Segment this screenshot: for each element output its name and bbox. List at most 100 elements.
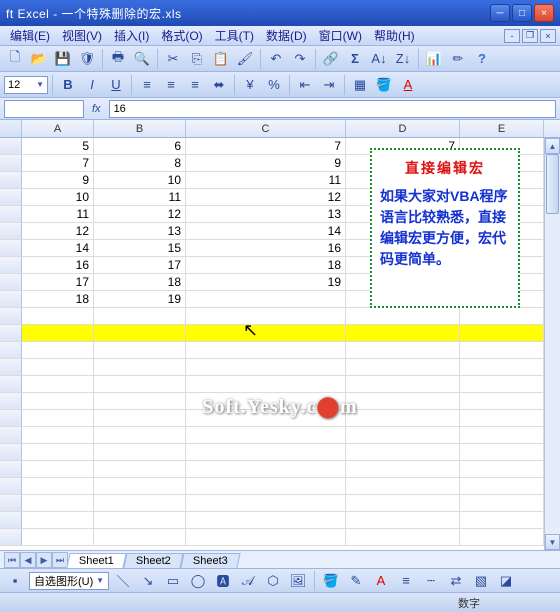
open-icon[interactable]: 📂: [28, 48, 50, 70]
cell[interactable]: [94, 376, 186, 393]
cell[interactable]: [22, 495, 94, 512]
row-header[interactable]: [0, 393, 22, 410]
percent-icon[interactable]: %: [263, 74, 285, 96]
cell[interactable]: 18: [22, 291, 94, 308]
row-header[interactable]: [0, 495, 22, 512]
cell[interactable]: [346, 427, 460, 444]
cell[interactable]: 16: [22, 257, 94, 274]
cell[interactable]: [346, 308, 460, 325]
autoshapes-combo[interactable]: 自选图形(U)▼: [29, 572, 109, 590]
cell[interactable]: [460, 376, 544, 393]
cell[interactable]: 17: [22, 274, 94, 291]
decrease-indent-icon[interactable]: ⇤: [294, 74, 316, 96]
cell[interactable]: [346, 495, 460, 512]
cell[interactable]: [460, 495, 544, 512]
permission-icon[interactable]: 🛡: [76, 48, 98, 70]
column-header[interactable]: C: [186, 120, 346, 137]
autosum-icon[interactable]: Σ: [344, 48, 366, 70]
row-header[interactable]: [0, 257, 22, 274]
column-header[interactable]: A: [22, 120, 94, 137]
vertical-scrollbar[interactable]: ▲ ▼: [544, 138, 560, 550]
cell[interactable]: 5: [22, 138, 94, 155]
cell[interactable]: [460, 444, 544, 461]
cell[interactable]: [22, 478, 94, 495]
cell[interactable]: [346, 512, 460, 529]
cell[interactable]: [460, 325, 544, 342]
menu-edit[interactable]: 编辑(E): [4, 26, 56, 45]
cell[interactable]: [94, 495, 186, 512]
cell[interactable]: 11: [186, 172, 346, 189]
cell[interactable]: 15: [94, 240, 186, 257]
cell[interactable]: 13: [186, 206, 346, 223]
cell[interactable]: 9: [186, 155, 346, 172]
fill-color-icon[interactable]: 🪣: [373, 74, 395, 96]
minimize-button[interactable]: ─: [490, 4, 510, 22]
cell[interactable]: 18: [94, 274, 186, 291]
borders-icon[interactable]: ▦: [349, 74, 371, 96]
maximize-button[interactable]: □: [512, 4, 532, 22]
cell[interactable]: [94, 325, 186, 342]
draw-menu-icon[interactable]: ▪: [4, 570, 26, 592]
chart-icon[interactable]: 📊: [423, 48, 445, 70]
cell[interactable]: 10: [22, 189, 94, 206]
rectangle-icon[interactable]: ▭: [162, 570, 184, 592]
close-button[interactable]: ×: [534, 4, 554, 22]
cell[interactable]: [460, 478, 544, 495]
cell[interactable]: 8: [94, 155, 186, 172]
row-header[interactable]: [0, 512, 22, 529]
cell[interactable]: [22, 461, 94, 478]
row-header[interactable]: [0, 325, 22, 342]
arrow-icon[interactable]: ↘: [137, 570, 159, 592]
column-header[interactable]: E: [460, 120, 544, 137]
cell[interactable]: [186, 427, 346, 444]
paste-icon[interactable]: 📋: [210, 48, 232, 70]
cell[interactable]: 19: [94, 291, 186, 308]
cell[interactable]: [94, 529, 186, 546]
row-header[interactable]: [0, 529, 22, 546]
cell[interactable]: [22, 512, 94, 529]
fx-icon[interactable]: fx: [88, 103, 105, 115]
cell[interactable]: 13: [94, 223, 186, 240]
menu-format[interactable]: 格式(O): [155, 26, 208, 45]
mdi-minimize-button[interactable]: -: [504, 29, 520, 43]
font-size-combo[interactable]: 12 ▼: [4, 76, 48, 94]
cell[interactable]: [346, 529, 460, 546]
name-box[interactable]: [4, 100, 84, 118]
menu-help[interactable]: 帮助(H): [368, 26, 421, 45]
cell[interactable]: [186, 308, 346, 325]
cell[interactable]: [186, 291, 346, 308]
sheet-tab-1[interactable]: Sheet1: [66, 553, 126, 568]
cell[interactable]: [94, 512, 186, 529]
row-header[interactable]: [0, 427, 22, 444]
row-header[interactable]: [0, 444, 22, 461]
cell[interactable]: [346, 376, 460, 393]
cell[interactable]: [22, 342, 94, 359]
merge-icon[interactable]: ⬌: [208, 74, 230, 96]
tab-nav-first-icon[interactable]: ⏮: [4, 552, 20, 568]
hyperlink-icon[interactable]: 🔗: [320, 48, 342, 70]
cell[interactable]: 12: [94, 206, 186, 223]
cell[interactable]: [94, 308, 186, 325]
tab-nav-prev-icon[interactable]: ◀: [20, 552, 36, 568]
cell[interactable]: [94, 461, 186, 478]
format-painter-icon[interactable]: 🖌: [234, 48, 256, 70]
row-header[interactable]: [0, 478, 22, 495]
cell[interactable]: 7: [22, 155, 94, 172]
cell[interactable]: [22, 410, 94, 427]
sheet-tab-3[interactable]: Sheet3: [180, 553, 240, 568]
redo-icon[interactable]: ↷: [289, 48, 311, 70]
textbox-icon[interactable]: 🅰: [212, 570, 234, 592]
column-header[interactable]: D: [346, 120, 460, 137]
save-icon[interactable]: 💾: [52, 48, 74, 70]
cell[interactable]: 19: [186, 274, 346, 291]
preview-icon[interactable]: 🔍: [131, 48, 153, 70]
select-all-corner[interactable]: [0, 120, 22, 137]
cell[interactable]: [346, 410, 460, 427]
help-icon[interactable]: ?: [471, 48, 493, 70]
line-icon[interactable]: ＼: [112, 570, 134, 592]
cell[interactable]: 7: [186, 138, 346, 155]
sheet-tab-2[interactable]: Sheet2: [123, 553, 183, 568]
cell[interactable]: 6: [94, 138, 186, 155]
cell[interactable]: [460, 410, 544, 427]
cell[interactable]: [460, 308, 544, 325]
